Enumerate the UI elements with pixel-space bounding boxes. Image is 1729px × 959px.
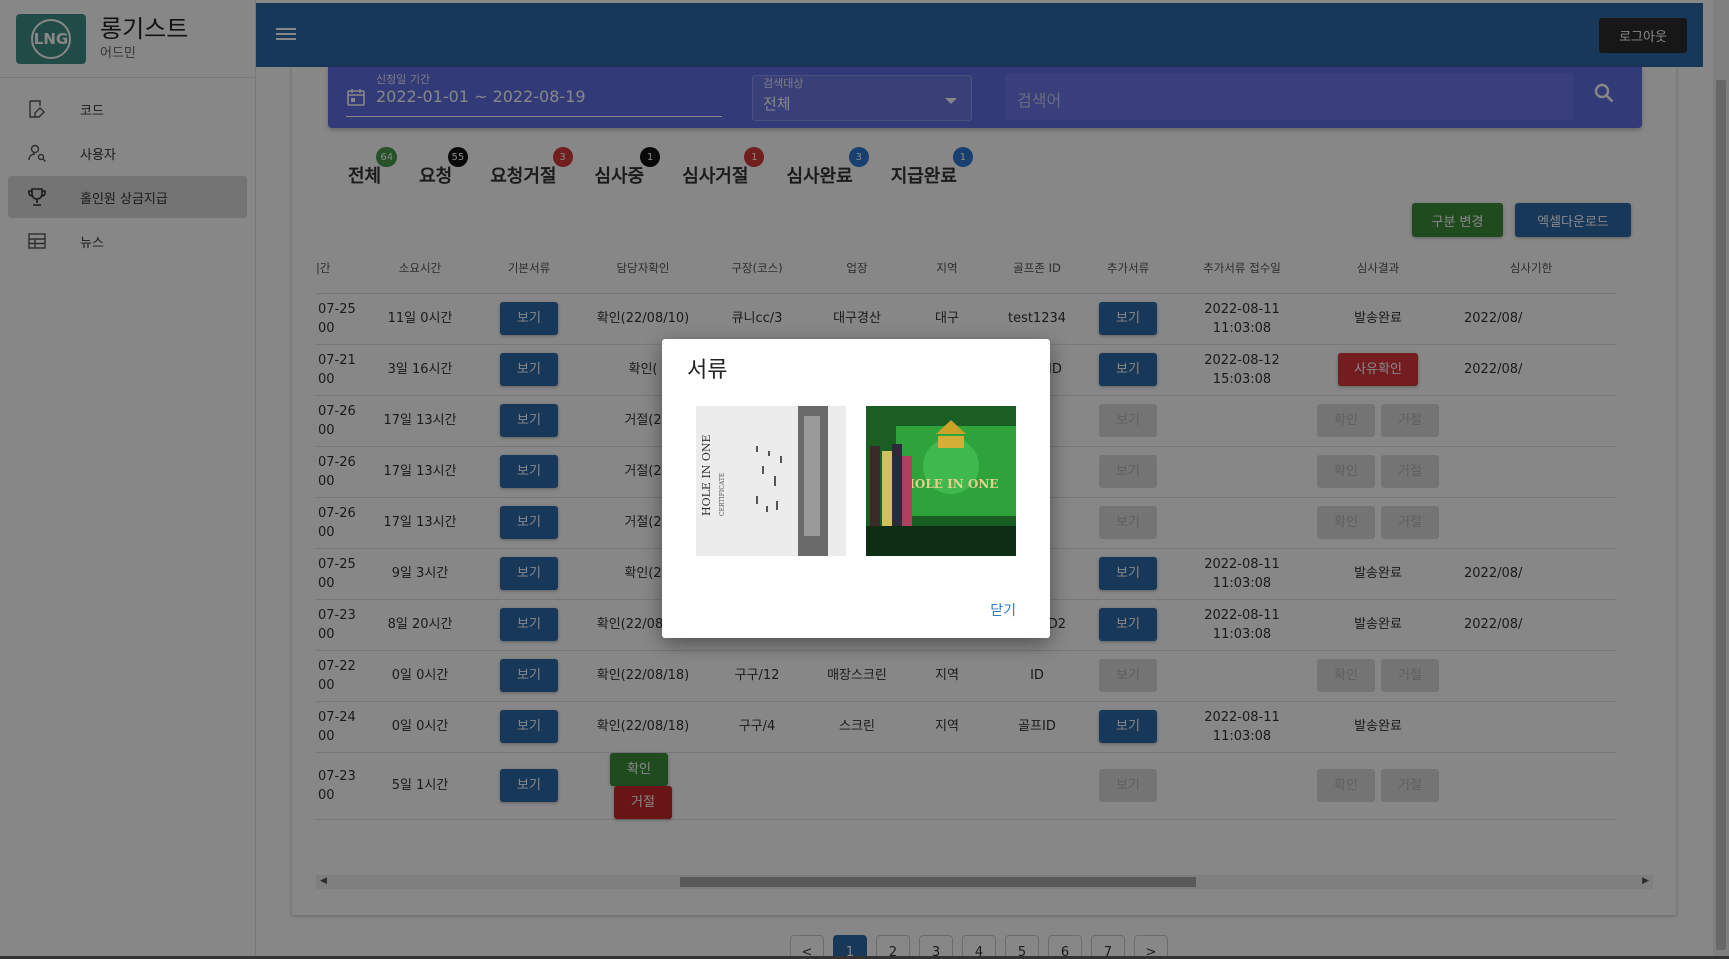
certificate-subtitle-text: CERTIFICATE bbox=[719, 473, 726, 516]
certificate-title-text: HOLE IN ONE bbox=[700, 434, 713, 516]
modal-title: 서류 bbox=[687, 358, 728, 383]
document-thumbnail-photo[interactable]: HOLE IN ONE bbox=[866, 406, 1016, 556]
photo-banner-text: HOLE IN ONE bbox=[904, 477, 999, 491]
close-button[interactable]: 닫기 bbox=[990, 600, 1016, 620]
documents-modal: 서류 HOLE IN ONE CERTIFICATE HOLE IN ONE 닫… bbox=[662, 339, 1050, 638]
document-thumbnail-certificate[interactable]: HOLE IN ONE CERTIFICATE bbox=[696, 406, 846, 556]
